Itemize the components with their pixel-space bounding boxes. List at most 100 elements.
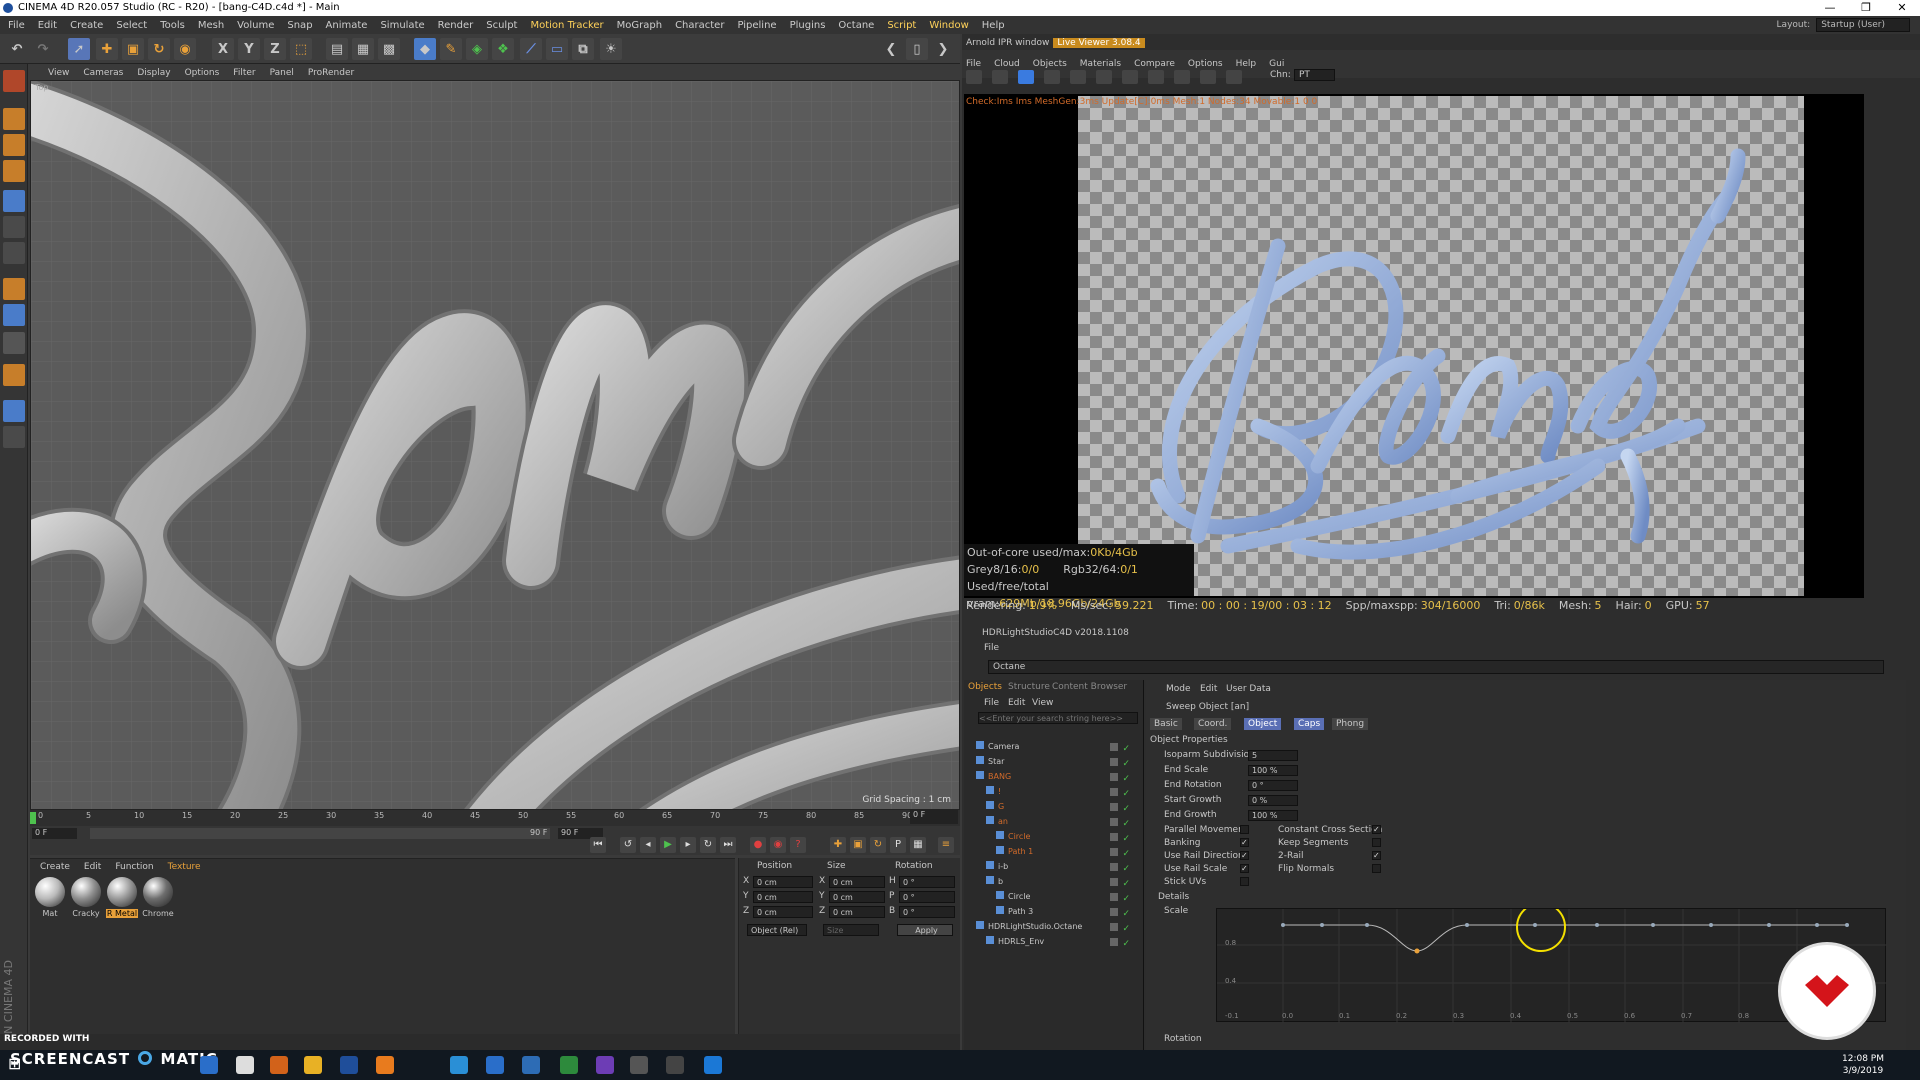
object-row[interactable]: Path 1 ✓ [966,845,1142,859]
render-region-icon[interactable]: ▤ [326,38,348,60]
object-row[interactable]: Circle ✓ [966,890,1142,904]
tab-coord[interactable]: Coord. [1194,718,1232,730]
enabled-check-icon[interactable]: ✓ [1122,832,1130,846]
object-row[interactable]: Path 3 ✓ [966,905,1142,919]
enabled-check-icon[interactable]: ✓ [1122,772,1130,786]
hdr-file-menu[interactable]: File [964,643,1920,656]
minimize-button[interactable]: — [1812,0,1848,16]
size-field[interactable]: 0 cm [829,891,885,903]
material-swatch[interactable]: R Metal [106,877,138,918]
timeline-ruler[interactable]: 0 5 10 15 20 25 30 35 40 45 50 55 60 65 70 75 80 85 90 [30,810,960,826]
material-menu-texture[interactable]: Texture [168,862,201,872]
scale-icon[interactable]: ▣ [122,38,144,60]
settings-icon[interactable] [1070,70,1086,84]
menu-octane[interactable]: Octane [838,20,874,31]
renderer-dropdown[interactable]: Octane [988,660,1884,674]
menu-file[interactable]: File [8,20,25,31]
attr-menu-userdata[interactable]: User Data [1226,684,1271,694]
enabled-check-icon[interactable]: ✓ [1122,937,1130,951]
menu-script[interactable]: Script [887,20,916,31]
material-menu-edit[interactable]: Edit [84,862,101,872]
taskbar-photoshop-icon[interactable] [340,1056,358,1074]
enabled-check-icon[interactable]: ✓ [1122,922,1130,936]
clay-icon[interactable] [1148,70,1164,84]
key-param-icon[interactable]: P [890,837,906,853]
checkbox[interactable] [1240,825,1249,834]
undo-icon[interactable]: ↶ [6,38,28,60]
viewport-menu-cameras[interactable]: Cameras [83,68,123,78]
menu-sculpt[interactable]: Sculpt [486,20,517,31]
tab-content-browser[interactable]: Content Browser [1052,682,1127,692]
magnet-icon[interactable] [3,364,25,386]
enabled-check-icon[interactable]: ✓ [1122,757,1130,771]
material-swatch[interactable]: Cracky [70,877,102,918]
object-row[interactable]: BANG ✓ [966,770,1142,784]
maximize-button[interactable]: ❐ [1848,0,1884,16]
tab-caps[interactable]: Caps [1294,718,1325,730]
select-icon[interactable]: ➚ [68,38,90,60]
checkbox[interactable] [1372,838,1381,847]
autokey-icon[interactable]: ◉ [770,837,786,853]
visibility-dots[interactable] [1110,923,1118,931]
material-menu-function[interactable]: Function [115,862,153,872]
menu-select[interactable]: Select [116,20,147,31]
object-row[interactable]: HDRLightStudio.Octane ✓ [966,920,1142,934]
x-axis-icon[interactable]: X [212,38,234,60]
forward-arrow-icon[interactable]: ❯ [932,38,954,60]
taskbar-app-icon[interactable] [236,1056,254,1074]
taskbar-cinema4d-icon[interactable] [200,1056,218,1074]
taskbar-clock[interactable]: 12:08 PM 3/9/2019 [1842,1053,1884,1077]
viewport-menu-filter[interactable]: Filter [233,68,255,78]
checkbox[interactable]: ✓ [1372,825,1381,834]
material-swatch[interactable]: Chrome [142,877,174,918]
taskbar-photos-icon[interactable] [630,1056,648,1074]
visibility-dots[interactable] [1110,743,1118,751]
snap-icon[interactable] [3,304,25,326]
redo-icon[interactable]: ↷ [32,38,54,60]
live-viewer-tab[interactable]: Live Viewer 3.08.4 [1053,37,1145,48]
object-row[interactable]: Circle ✓ [966,830,1142,844]
checkbox[interactable]: ✓ [1240,864,1249,873]
visibility-dots[interactable] [1110,938,1118,946]
record-icon[interactable]: ● [750,837,766,853]
camera-icon[interactable]: ⧉ [572,38,594,60]
viewport-menu-options[interactable]: Options [185,68,220,78]
tab-structure[interactable]: Structure [1008,682,1050,692]
tab-basic[interactable]: Basic [1150,718,1182,730]
menu-help[interactable]: Help [982,20,1005,31]
key-scale-icon[interactable]: ▣ [850,837,866,853]
focus-icon[interactable] [1226,70,1242,84]
deformer-icon[interactable]: ⟋ [520,38,542,60]
checkbox[interactable]: ✓ [1240,838,1249,847]
pen-icon[interactable]: ✎ [440,38,462,60]
visibility-dots[interactable] [1110,878,1118,886]
enabled-check-icon[interactable]: ✓ [1122,847,1130,861]
object-row[interactable]: HDRLS_Env ✓ [966,935,1142,949]
viewport-menu-display[interactable]: Display [137,68,170,78]
property-value-field[interactable]: 0 ° [1248,780,1298,791]
render-settings-icon[interactable]: ▩ [378,38,400,60]
key-position-icon[interactable]: ✚ [830,837,846,853]
object-row[interactable]: an ✓ [966,815,1142,829]
pick-icon[interactable] [1200,70,1216,84]
next-key-icon[interactable]: ↻ [700,837,716,853]
visibility-dots[interactable] [1110,788,1118,796]
rotation-field[interactable]: 0 ° [899,876,955,888]
visibility-dots[interactable] [1110,833,1118,841]
visibility-dots[interactable] [1110,773,1118,781]
z-axis-icon[interactable]: Z [264,38,286,60]
visibility-dots[interactable] [1110,893,1118,901]
size-mode-dropdown[interactable]: Size [823,924,879,936]
menu-edit[interactable]: Edit [38,20,57,31]
taskbar-edge-icon[interactable] [486,1056,504,1074]
pause-icon[interactable] [1018,70,1034,84]
menu-snap[interactable]: Snap [287,20,312,31]
render-view-icon[interactable]: ▦ [352,38,374,60]
viewport-menu-panel[interactable]: Panel [270,68,294,78]
taskbar-ie-icon[interactable] [704,1056,722,1074]
taskbar-video-icon[interactable] [666,1056,684,1074]
checkbox[interactable]: ✓ [1240,851,1249,860]
enabled-check-icon[interactable]: ✓ [1122,907,1130,921]
position-field[interactable]: 0 cm [753,891,813,903]
visibility-dots[interactable] [1110,848,1118,856]
